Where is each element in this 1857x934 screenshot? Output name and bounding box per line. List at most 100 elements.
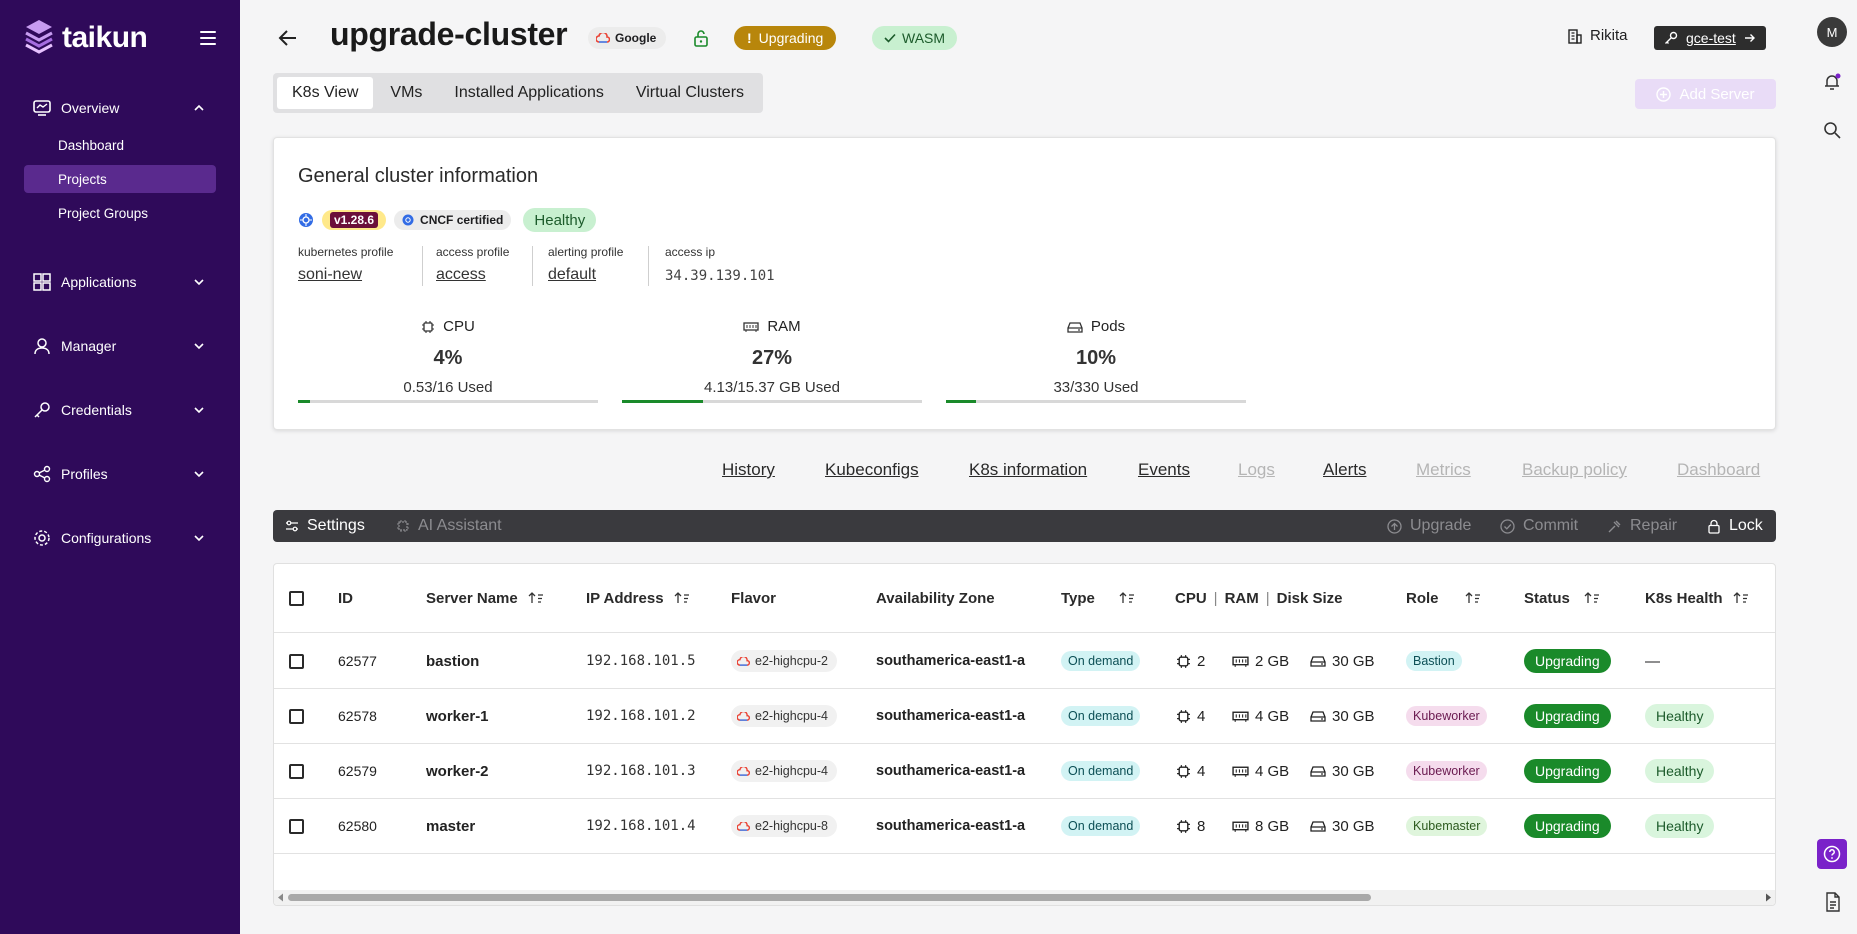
settings-button[interactable]: Settings — [285, 510, 365, 542]
chevron-down-icon — [194, 279, 204, 286]
sort-icon[interactable] — [528, 591, 544, 605]
col-type[interactable]: Type — [1061, 564, 1135, 632]
row-checkbox[interactable] — [289, 653, 304, 669]
link-history[interactable]: History — [722, 460, 775, 480]
sliders-icon — [286, 520, 298, 532]
notifications-icon[interactable] — [1822, 72, 1842, 92]
back-arrow-icon[interactable] — [276, 26, 300, 50]
health-badge: Healthy — [1645, 814, 1715, 838]
tab-vms[interactable]: VMs — [375, 77, 437, 109]
sort-icon[interactable] — [1733, 591, 1749, 605]
row-checkbox[interactable] — [289, 708, 304, 724]
tab-installed-applications[interactable]: Installed Applications — [439, 77, 618, 109]
sort-icon[interactable] — [1584, 591, 1600, 605]
link-k8s-information[interactable]: K8s information — [969, 460, 1087, 480]
link-kubeconfigs[interactable]: Kubeconfigs — [825, 460, 919, 480]
link-alerts[interactable]: Alerts — [1323, 460, 1366, 480]
cpu-count: 8 — [1197, 817, 1206, 835]
access-ip-value: 34.39.139.101 — [665, 268, 775, 284]
cluster-health-badge: Healthy — [523, 208, 597, 232]
link-metrics[interactable]: Metrics — [1416, 460, 1471, 480]
nav-group-credentials[interactable]: Credentials — [0, 395, 240, 425]
link-events[interactable]: Events — [1138, 460, 1190, 480]
help-button[interactable] — [1817, 839, 1847, 869]
check-circle-icon — [1500, 518, 1515, 534]
table-row[interactable]: 62579 worker-2 192.168.101.3 e2-highcpu-4 so… — [274, 744, 1775, 799]
tab-k8s-view[interactable]: K8s View — [277, 77, 374, 109]
cluster-status-chip: ! Upgrading — [734, 26, 837, 50]
scrollbar-thumb[interactable] — [288, 894, 1371, 901]
sidebar-item-projects[interactable]: Projects — [24, 165, 216, 193]
nav-group-profiles[interactable]: Profiles — [0, 459, 240, 489]
ai-assistant-button[interactable]: AI Assistant — [396, 510, 502, 542]
col-ip-address[interactable]: IP Address — [586, 564, 690, 632]
scroll-right-icon[interactable] — [1764, 893, 1772, 902]
add-server-button[interactable]: Add Server — [1635, 79, 1776, 109]
sort-icon[interactable] — [1119, 591, 1135, 605]
sort-icon[interactable] — [1465, 591, 1481, 605]
col-label: Type — [1061, 589, 1095, 607]
flavor-label: e2-highcpu-8 — [755, 819, 828, 833]
nav-group-overview[interactable]: Overview — [0, 93, 240, 123]
tab-virtual-clusters[interactable]: Virtual Clusters — [621, 77, 759, 109]
lock-button[interactable]: Lock — [1707, 510, 1763, 542]
nav-group-manager[interactable]: Manager — [0, 331, 240, 361]
avatar[interactable]: M — [1817, 17, 1847, 47]
project-button-label: gce-test — [1686, 30, 1736, 46]
role-badge: Kubemaster — [1406, 816, 1488, 836]
alerting-profile-link[interactable]: default — [548, 266, 623, 284]
ram-amount: 4 GB — [1255, 707, 1290, 725]
horizontal-scrollbar[interactable] — [274, 890, 1775, 905]
col-status[interactable]: Status — [1524, 564, 1600, 632]
row-checkbox[interactable] — [289, 818, 304, 834]
search-icon[interactable] — [1822, 120, 1842, 140]
col-k8s-health[interactable]: K8s Health — [1645, 564, 1749, 632]
metric-used: 4.13/15.37 GB Used — [704, 379, 840, 396]
profile-label: access ip — [665, 245, 716, 259]
commit-button[interactable]: Commit — [1500, 510, 1578, 542]
repair-button[interactable]: Repair — [1607, 510, 1677, 542]
scroll-left-icon[interactable] — [277, 893, 285, 902]
taikun-logo[interactable]: taikun — [22, 18, 148, 58]
row-checkbox[interactable] — [289, 763, 304, 779]
col-label: IP Address — [586, 589, 664, 607]
sidebar: taikun Overview Dashboard Projects Proje… — [0, 0, 240, 934]
col-role[interactable]: Role — [1406, 564, 1481, 632]
nav-group-label: Manager — [61, 338, 117, 354]
table-row[interactable]: 62577 bastion 192.168.101.5 e2-highcpu-2 sou… — [274, 634, 1775, 689]
lock-label: Lock — [1729, 517, 1763, 534]
access-profile-link[interactable]: access — [436, 266, 509, 284]
arrow-up-circle-icon — [1387, 518, 1402, 534]
organization-selector[interactable]: Rikita — [1567, 27, 1628, 44]
sidebar-item-project-groups[interactable]: Project Groups — [24, 199, 216, 227]
disk-value: 30 GB — [1310, 653, 1375, 670]
project-button[interactable]: gce-test — [1654, 26, 1766, 50]
select-all-checkbox[interactable] — [289, 590, 304, 606]
sort-icon[interactable] — [674, 591, 690, 605]
cpu-icon — [1177, 819, 1190, 833]
link-dashboard[interactable]: Dashboard — [1677, 460, 1760, 480]
nav-group-applications[interactable]: Applications — [0, 267, 240, 297]
menu-toggle-icon[interactable] — [200, 31, 216, 45]
table-row[interactable]: 62580 master 192.168.101.4 e2-highcpu-8 sout… — [274, 799, 1775, 854]
pods-progress-bar — [946, 400, 1246, 403]
link-logs[interactable]: Logs — [1238, 460, 1275, 480]
disk-size: 30 GB — [1332, 652, 1375, 670]
cloud-provider-chip: Google — [588, 27, 667, 49]
cluster-status-label: Upgrading — [758, 30, 824, 46]
health-badge: Healthy — [1645, 759, 1715, 783]
sidebar-item-dashboard[interactable]: Dashboard — [24, 131, 216, 159]
table-header-row: ID Server Name IP Address Flavor Availab… — [274, 564, 1775, 633]
link-backup-policy[interactable]: Backup policy — [1522, 460, 1627, 480]
servers-table: ID Server Name IP Address Flavor Availab… — [273, 563, 1776, 906]
upgrade-button[interactable]: Upgrade — [1387, 510, 1471, 542]
cpu-metric: CPU 4% 0.53/16 Used — [298, 318, 598, 396]
table-row[interactable]: 62578 worker-1 192.168.101.2 e2-highcpu-4 so… — [274, 689, 1775, 744]
document-icon[interactable] — [1824, 892, 1842, 912]
cpu-progress-bar — [298, 400, 598, 403]
nav-group-configurations[interactable]: Configurations — [0, 523, 240, 553]
metric-name: Pods — [1090, 318, 1126, 335]
server-id: 62579 — [338, 763, 377, 779]
kubernetes-profile-link[interactable]: soni-new — [298, 266, 393, 284]
col-server-name[interactable]: Server Name — [426, 564, 544, 632]
